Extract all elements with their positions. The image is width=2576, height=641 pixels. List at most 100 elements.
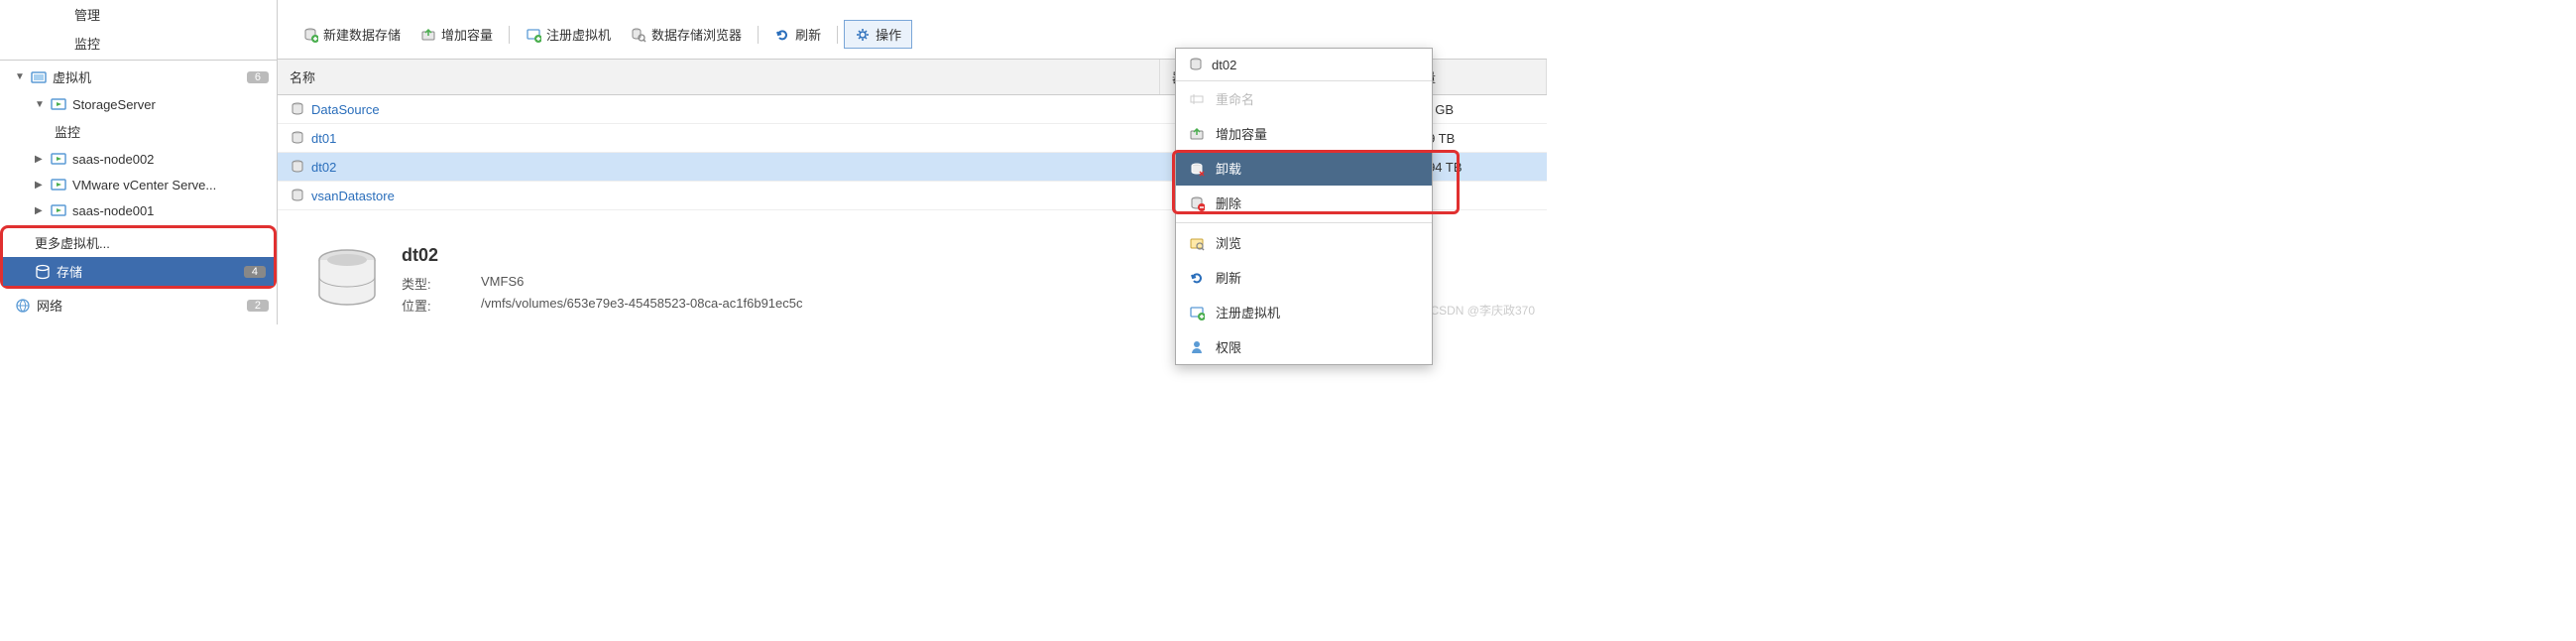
main-panel: 新建数据存储 增加容量 注册虚拟机 数据存储浏览器 刷新	[278, 0, 1547, 324]
cell-name[interactable]: DataSource	[278, 95, 1160, 123]
count-badge: 6	[247, 71, 269, 83]
ctx-increase[interactable]: 增加容量	[1176, 116, 1432, 151]
vm-icon	[31, 69, 47, 85]
button-label: 数据存储浏览器	[651, 25, 742, 44]
sidebar-item-label: 管理	[74, 5, 269, 24]
button-label: 新建数据存储	[323, 25, 401, 44]
storage-icon	[35, 264, 51, 280]
sidebar-item-label: 虚拟机	[53, 67, 247, 86]
cell-name[interactable]: dt02	[278, 153, 1160, 181]
watermark: CSDN @李庆政370	[1430, 302, 1535, 319]
sidebar-item-more-vm[interactable]: 更多虚拟机...	[3, 228, 274, 257]
chevron-right-icon: ▶	[35, 154, 47, 165]
count-badge: 2	[247, 300, 269, 312]
detail-value: /vmfs/volumes/653e79e3-45458523-08ca-ac1…	[481, 296, 828, 315]
browser-icon	[631, 27, 646, 43]
sidebar-item-storage[interactable]: 存储 4	[3, 257, 274, 286]
register-vm-button[interactable]: 注册虚拟机	[516, 21, 621, 48]
datastore-icon	[290, 101, 305, 117]
sidebar-item-label: VMware vCenter Serve...	[72, 178, 269, 192]
sidebar-item-saas002[interactable]: ▶ saas-node002	[0, 146, 277, 172]
detail-title: dt02	[402, 245, 828, 266]
detail-label: 位置:	[402, 296, 461, 315]
vm-on-icon	[51, 177, 66, 192]
button-label: 注册虚拟机	[546, 25, 611, 44]
chevron-right-icon: ▶	[35, 205, 47, 216]
detail-label: 类型:	[402, 274, 461, 293]
chevron-down-icon: ▼	[15, 71, 27, 82]
datastore-icon	[290, 130, 305, 146]
separator	[758, 26, 759, 44]
sidebar-item-network[interactable]: 网络 2	[0, 291, 277, 320]
sidebar-item-label: saas-node001	[72, 203, 269, 218]
sidebar-item-monitor[interactable]: 监控	[0, 117, 277, 146]
ctx-refresh[interactable]: 刷新	[1176, 260, 1432, 295]
ctx-unmount[interactable]: 卸载	[1176, 151, 1432, 186]
permissions-icon	[1188, 338, 1206, 356]
register-vm-icon	[526, 27, 541, 43]
browse-icon	[1188, 234, 1206, 252]
datastore-icon	[290, 188, 305, 203]
refresh-icon	[774, 27, 790, 43]
divider	[0, 60, 277, 61]
detail-row-location: 位置: /vmfs/volumes/653e79e3-45458523-08ca…	[402, 296, 828, 315]
datastore-browser-button[interactable]: 数据存储浏览器	[621, 21, 752, 48]
sidebar-item-manage[interactable]: 管理	[0, 0, 277, 29]
ctx-permissions[interactable]: 权限	[1176, 329, 1432, 364]
vm-on-icon	[51, 151, 66, 167]
separator	[509, 26, 510, 44]
cell-name[interactable]: dt01	[278, 124, 1160, 152]
sidebar-item-label: StorageServer	[72, 97, 269, 112]
increase-capacity-button[interactable]: 增加容量	[410, 21, 503, 48]
count-badge: 4	[244, 266, 266, 278]
datastore-icon	[302, 27, 318, 43]
datastore-icon	[290, 159, 305, 175]
column-name[interactable]: 名称	[278, 60, 1160, 94]
ctx-browse[interactable]: 浏览	[1176, 225, 1432, 260]
increase-icon	[1188, 125, 1206, 143]
button-label: 操作	[876, 25, 901, 44]
vm-on-icon	[51, 96, 66, 112]
new-datastore-button[interactable]: 新建数据存储	[293, 21, 410, 48]
chevron-right-icon: ▶	[35, 180, 47, 191]
ctx-register-vm[interactable]: 注册虚拟机	[1176, 295, 1432, 329]
sidebar-redbox: 更多虚拟机... 存储 4	[0, 225, 277, 289]
unmount-icon	[1188, 160, 1206, 178]
rename-icon	[1188, 90, 1206, 108]
datastore-large-icon	[312, 245, 382, 315]
ctx-rename: 重命名	[1176, 81, 1432, 116]
sidebar-item-label: 监控	[55, 122, 269, 141]
sidebar-item-saas001[interactable]: ▶ saas-node001	[0, 197, 277, 223]
network-icon	[15, 298, 31, 314]
context-menu: dt02 重命名 增加容量 卸载 删除 浏览	[1175, 48, 1433, 365]
separator	[837, 26, 838, 44]
sidebar: 管理 监控 ▼ 虚拟机 6 ▼ StorageServer 监控 ▶ saas-…	[0, 0, 278, 324]
sidebar-item-label: 存储	[57, 262, 244, 281]
register-vm-icon	[1188, 304, 1206, 321]
sidebar-item-vm[interactable]: ▼ 虚拟机 6	[0, 63, 277, 91]
gear-icon	[855, 27, 871, 43]
sidebar-item-vcenter[interactable]: ▶ VMware vCenter Serve...	[0, 172, 277, 197]
detail-info: dt02 类型: VMFS6 位置: /vmfs/volumes/653e79e…	[402, 245, 828, 315]
sidebar-item-monitor-top[interactable]: 监控	[0, 29, 277, 58]
context-menu-title: dt02	[1176, 49, 1432, 81]
ctx-delete[interactable]: 删除	[1176, 186, 1432, 220]
separator	[1176, 222, 1432, 223]
button-label: 刷新	[795, 25, 821, 44]
sidebar-item-storageserver[interactable]: ▼ StorageServer	[0, 91, 277, 117]
refresh-button[interactable]: 刷新	[764, 21, 831, 48]
cell-name[interactable]: vsanDatastore	[278, 182, 1160, 209]
detail-row-type: 类型: VMFS6	[402, 274, 828, 293]
sidebar-item-label: 更多虚拟机...	[35, 233, 266, 252]
delete-icon	[1188, 194, 1206, 212]
chevron-down-icon: ▼	[35, 99, 47, 110]
datastore-icon	[1188, 57, 1204, 72]
increase-icon	[420, 27, 436, 43]
actions-button[interactable]: 操作	[844, 20, 912, 49]
button-label: 增加容量	[441, 25, 493, 44]
sidebar-item-label: 网络	[37, 296, 247, 315]
detail-value: VMFS6	[481, 274, 828, 293]
vm-on-icon	[51, 202, 66, 218]
refresh-icon	[1188, 269, 1206, 287]
sidebar-item-label: 监控	[74, 34, 269, 53]
